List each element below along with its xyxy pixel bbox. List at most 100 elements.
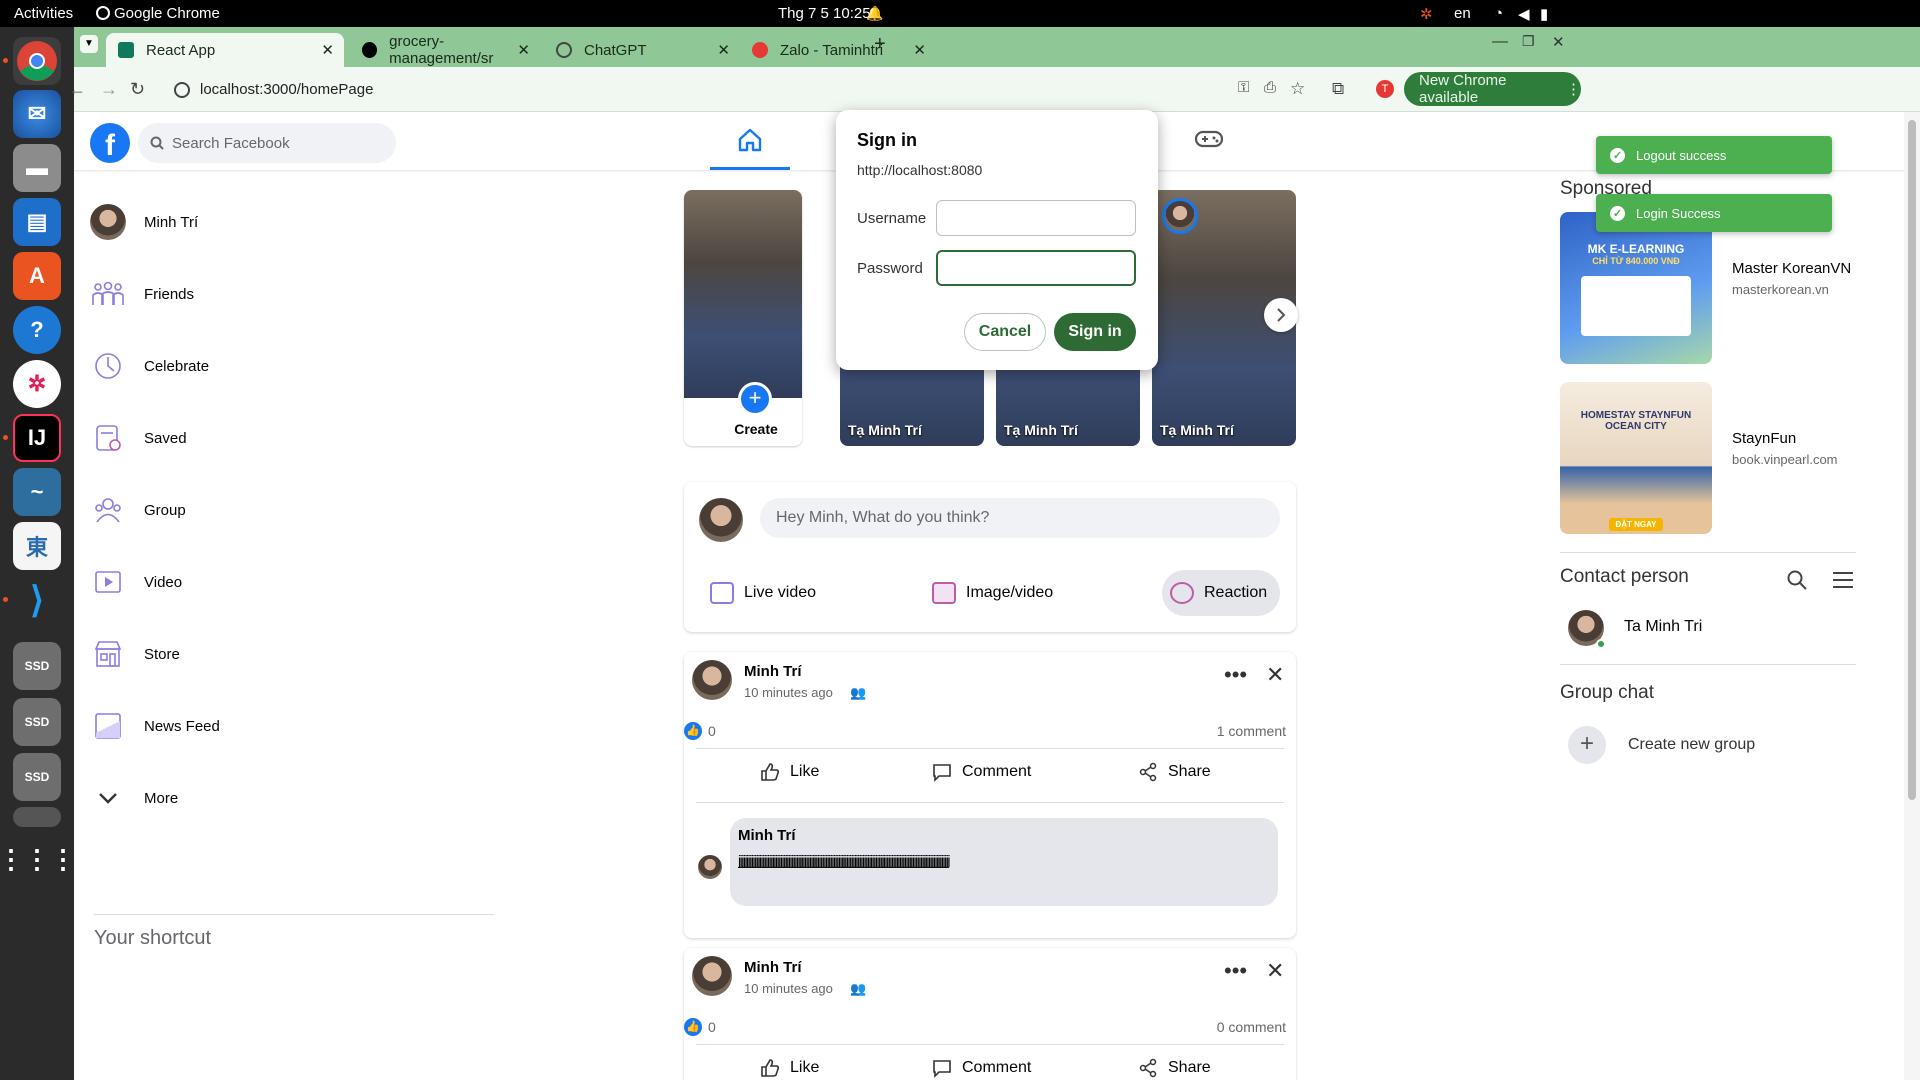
ad-site[interactable]: book.vinpearl.com	[1732, 452, 1838, 467]
tray-slack-icon[interactable]: ✲	[1420, 5, 1433, 23]
tab-react-app[interactable]: React App ✕	[106, 33, 344, 67]
like-button[interactable]: Like	[760, 1058, 819, 1078]
volume-icon[interactable]: ◀	[1518, 5, 1530, 23]
tab-zalo[interactable]: Zalo - Taminhtri ✕	[740, 33, 936, 67]
show-apps-icon[interactable]: ⋮⋮⋮	[0, 835, 76, 883]
comment-button[interactable]: Comment	[932, 1058, 1031, 1078]
password-field[interactable]	[936, 250, 1136, 286]
writer-icon[interactable]: ▤	[13, 198, 61, 246]
new-tab-icon[interactable]: +	[874, 33, 886, 56]
create-story-card[interactable]: + Create	[684, 190, 802, 446]
help-icon[interactable]: ?	[13, 306, 61, 354]
forward-icon[interactable]: →	[100, 79, 118, 100]
commenter-avatar[interactable]	[698, 855, 722, 879]
software-icon[interactable]: A	[13, 252, 61, 300]
sidebar-item-saved[interactable]: Saved	[90, 412, 500, 464]
avatar[interactable]	[692, 660, 732, 700]
bookmark-star-icon[interactable]: ☆	[1290, 79, 1305, 99]
tab-chatgpt[interactable]: ChatGPT ✕	[544, 33, 740, 67]
bell-icon[interactable]: 🔔	[866, 5, 883, 22]
gaming-tab[interactable]	[1194, 127, 1224, 156]
toast-logout-success[interactable]: ✓ Logout success	[1596, 136, 1832, 174]
cancel-button[interactable]: Cancel	[964, 313, 1046, 351]
toast-login-success[interactable]: ✓ Login Success	[1596, 194, 1832, 232]
ad-image[interactable]: MK E-LEARNING CHỈ TỪ 840.000 VNĐ	[1560, 212, 1712, 364]
files-icon[interactable]: ▬	[13, 144, 61, 192]
more-options-icon[interactable]: •••	[1224, 662, 1247, 688]
vscode-icon[interactable]: ⟩	[13, 576, 61, 624]
tab-github[interactable]: grocery-management/sr ✕	[350, 33, 540, 67]
tab-search-icon[interactable]: ▼	[80, 35, 98, 53]
sidebar-item-profile[interactable]: Minh Trí	[90, 196, 500, 248]
comment-count[interactable]: 1 comment	[1217, 723, 1286, 739]
post-author[interactable]: Minh Trí	[744, 663, 802, 680]
create-new-group-button[interactable]: + Create new group	[1560, 718, 1856, 772]
sidebar-item-store[interactable]: Store	[90, 628, 500, 680]
profile-avatar[interactable]: T	[1376, 80, 1394, 98]
minimize-icon[interactable]: —	[1492, 33, 1508, 51]
sidebar-item-friends[interactable]: Friends	[90, 268, 500, 320]
slack-icon[interactable]: ✲	[13, 360, 61, 408]
ad-site[interactable]: masterkorean.vn	[1732, 282, 1829, 297]
thunderbird-icon[interactable]: ✉	[13, 90, 61, 138]
contact-item[interactable]: Ta Minh Tri	[1560, 602, 1856, 656]
menu-icon[interactable]	[1832, 570, 1854, 590]
comment-button[interactable]: Comment	[932, 762, 1031, 782]
share-button[interactable]: Share	[1138, 762, 1211, 782]
live-video-button[interactable]: Live video	[710, 582, 816, 604]
comment-author[interactable]: Minh Trí	[738, 826, 1270, 846]
comment-count[interactable]: 0 comment	[1217, 1019, 1286, 1035]
ad-name[interactable]: StaynFun	[1732, 430, 1796, 447]
intellij-icon[interactable]: IJ	[13, 414, 61, 462]
battery-icon[interactable]: ▮	[1540, 5, 1548, 23]
install-app-icon[interactable]: ⎙	[1264, 79, 1276, 96]
extensions-icon[interactable]: ⧉	[1332, 79, 1344, 99]
mysql-workbench-icon[interactable]: ~	[13, 468, 61, 516]
new-chrome-available-button[interactable]: New Chrome available ⋮	[1404, 72, 1581, 106]
ssd-drive-icon[interactable]: SSD	[13, 642, 61, 690]
close-icon[interactable]: ✕	[1266, 662, 1284, 688]
sidebar-item-group[interactable]: Group	[90, 484, 500, 536]
close-tab-icon[interactable]: ✕	[717, 41, 730, 59]
search-input[interactable]: Search Facebook	[138, 123, 396, 163]
site-info-icon[interactable]	[174, 81, 190, 98]
reaction-button[interactable]: Reaction	[1162, 570, 1280, 616]
dictionary-icon[interactable]: 東	[13, 522, 61, 570]
like-button[interactable]: Like	[760, 762, 819, 782]
ad-name[interactable]: Master KoreanVN	[1732, 260, 1851, 277]
ssd-drive-icon[interactable]: SSD	[13, 753, 61, 801]
sidebar-item-celebrate[interactable]: Celebrate	[90, 340, 500, 392]
image-video-button[interactable]: Image/video	[932, 582, 1053, 604]
scrollbar-thumb[interactable]	[1908, 120, 1916, 800]
avatar[interactable]	[692, 956, 732, 996]
post-author[interactable]: Minh Trí	[744, 959, 802, 976]
facebook-logo[interactable]: f	[90, 123, 130, 163]
more-options-icon[interactable]: •••	[1224, 958, 1247, 984]
address-bar[interactable]: localhost:3000/homePage	[158, 73, 1298, 106]
stories-next-button[interactable]	[1264, 298, 1298, 332]
active-app-name[interactable]: Google Chrome	[114, 5, 220, 22]
search-icon[interactable]	[1786, 569, 1808, 591]
drive-icon[interactable]	[13, 807, 61, 827]
sign-in-button[interactable]: Sign in	[1054, 313, 1136, 351]
sidebar-item-video[interactable]: Video	[90, 556, 500, 608]
password-key-icon[interactable]: ⚿	[1238, 79, 1249, 96]
share-button[interactable]: Share	[1138, 1058, 1211, 1078]
sidebar-item-more[interactable]: More	[90, 772, 500, 824]
sidebar-item-news-feed[interactable]: News Feed	[90, 700, 500, 752]
post-time[interactable]: 10 minutes ago	[744, 981, 833, 996]
wifi-icon[interactable]: ◔	[1494, 5, 1503, 22]
post-time[interactable]: 10 minutes ago	[744, 685, 833, 700]
restore-icon[interactable]: ❐	[1522, 33, 1535, 50]
back-icon[interactable]: ←	[68, 79, 86, 100]
close-tab-icon[interactable]: ✕	[913, 41, 926, 59]
nav-home-tab[interactable]	[710, 112, 790, 170]
username-field[interactable]	[936, 200, 1136, 236]
chrome-dock-icon[interactable]	[13, 37, 61, 85]
close-icon[interactable]: ✕	[1266, 958, 1284, 984]
page-scrollbar[interactable]	[1904, 112, 1920, 1080]
close-window-icon[interactable]: ✕	[1552, 33, 1565, 51]
activities-button[interactable]: Activities	[14, 5, 73, 22]
ad-image[interactable]: HOMESTAY STAYNFUN OCEAN CITY ĐẶT NGAY	[1560, 382, 1712, 534]
close-tab-icon[interactable]: ✕	[321, 41, 334, 59]
